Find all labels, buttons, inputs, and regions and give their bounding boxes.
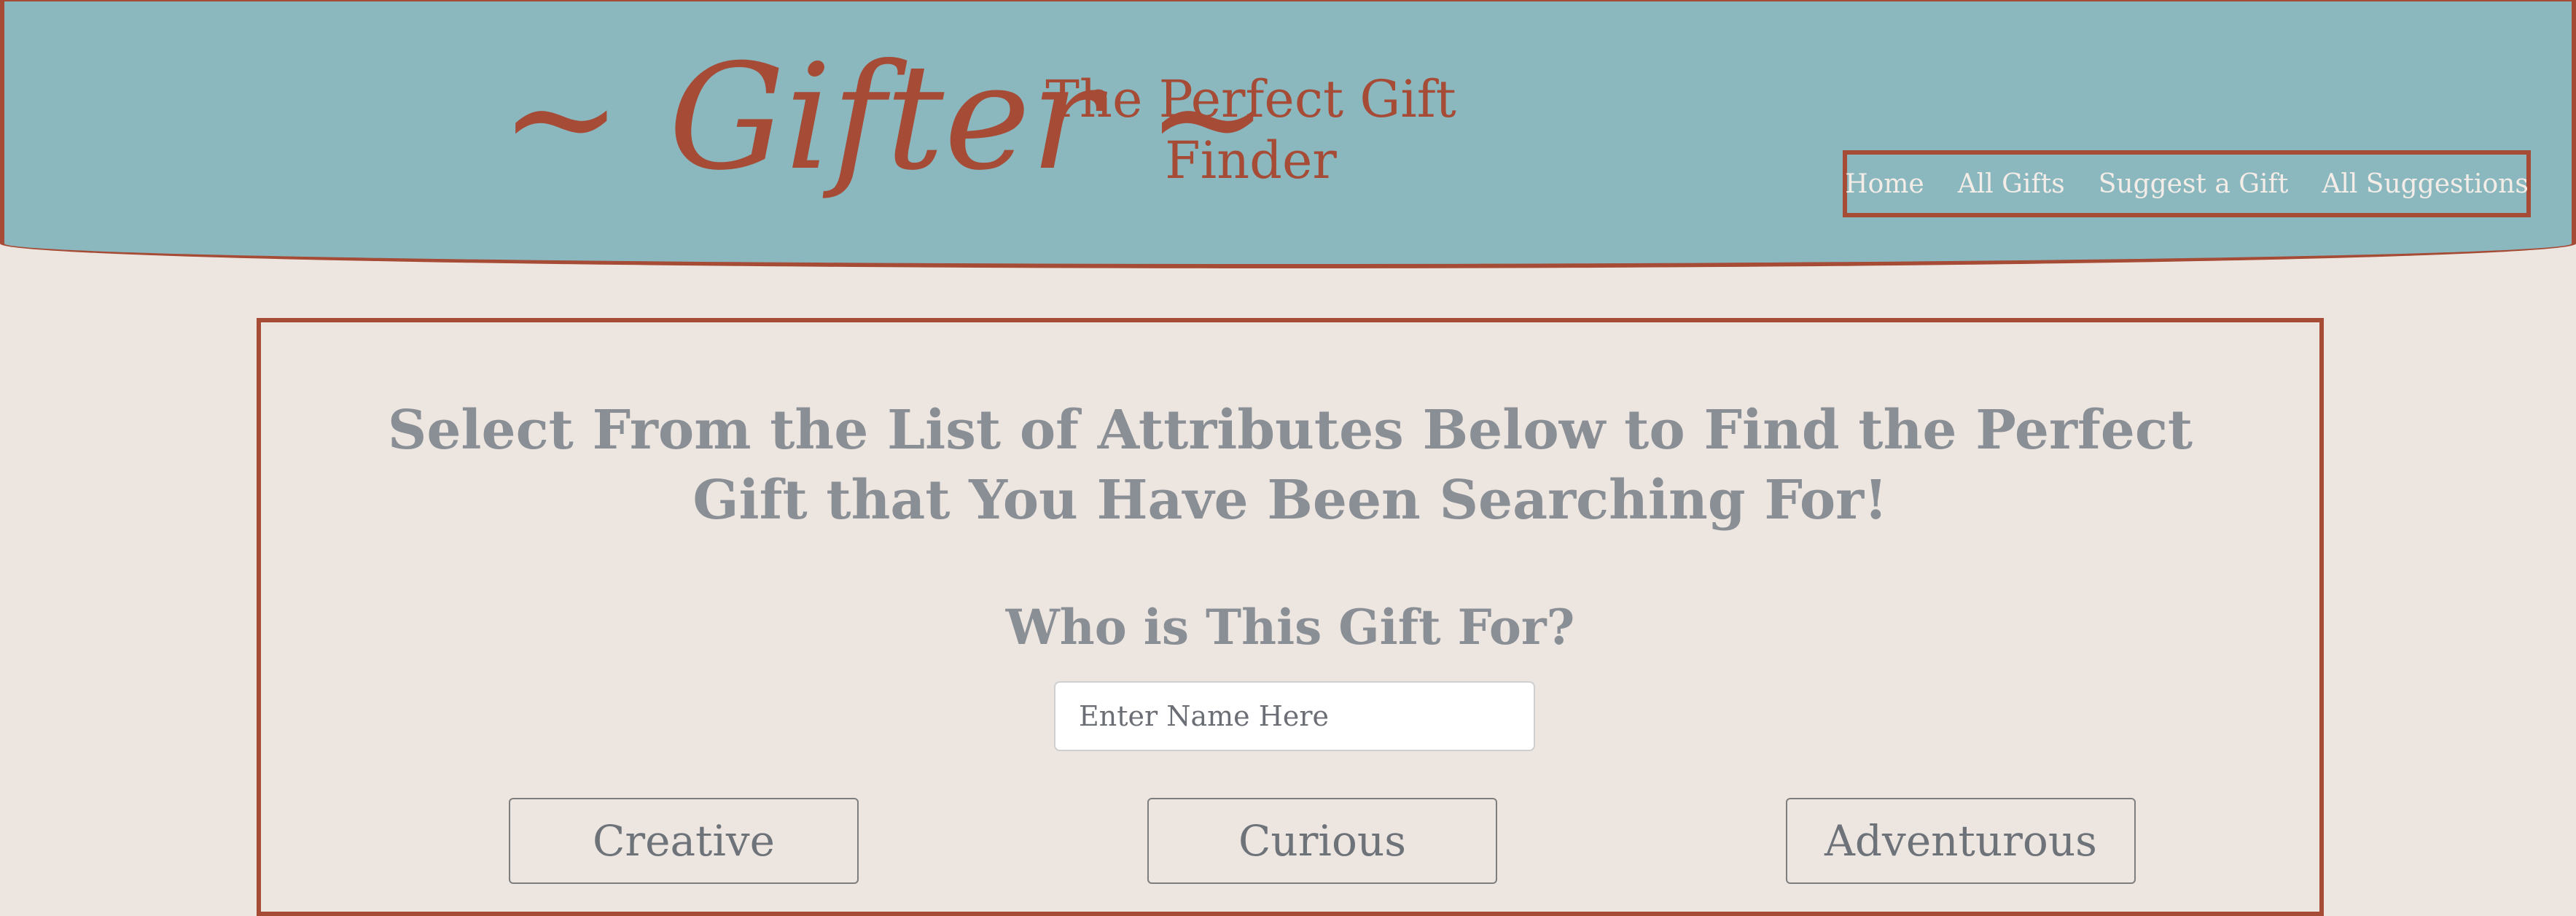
nav-home-link[interactable]: Home — [1845, 169, 1924, 199]
gift-finder-panel: Select From the List of Attributes Below… — [257, 318, 2324, 916]
page-headline: Select From the List of Attributes Below… — [387, 399, 2193, 532]
recipient-label: Who is This Gift For? — [1005, 599, 1575, 656]
nav-all-gifts-link[interactable]: All Gifts — [1958, 169, 2065, 199]
recipient-name-input[interactable] — [1054, 681, 1535, 751]
attribute-adventurous-button[interactable]: Adventurous — [1786, 798, 2136, 884]
attribute-curious-button[interactable]: Curious — [1147, 798, 1497, 884]
site-tagline: The Perfect Gift Finder — [1045, 69, 1456, 190]
main-nav: Home All Gifts Suggest a Gift All Sugges… — [1843, 150, 2531, 217]
site-header: ~ Gifter ~ The Perfect Gift Finder Home … — [0, 0, 2576, 268]
attribute-creative-button[interactable]: Creative — [509, 798, 859, 884]
nav-all-suggestions-link[interactable]: All Suggestions — [2322, 169, 2529, 199]
nav-suggest-gift-link[interactable]: Suggest a Gift — [2099, 169, 2289, 199]
